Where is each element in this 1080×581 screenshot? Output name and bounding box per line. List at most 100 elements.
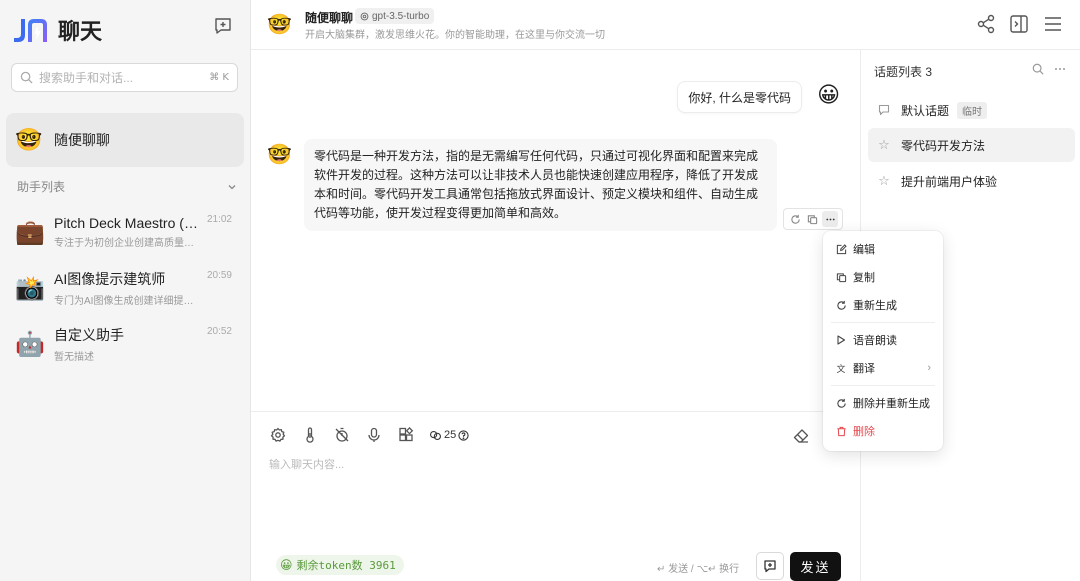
agent-item[interactable]: 📸 AI图像提示建筑师 专门为AI图像生成创建详细提示。 20:59 [6,260,244,316]
search-icon [20,71,33,84]
agent-desc: 专注于为初创企业创建高质量的... [54,238,202,249]
chevron-down-icon [228,184,236,189]
menu-label: 语音朗读 [853,335,897,347]
regenerate-icon[interactable] [788,211,804,227]
new-topic-icon [764,560,776,573]
send-button[interactable]: 发送 [790,552,841,581]
user-message: 你好, 什么是零代码 [677,81,802,113]
translate-icon: 文 [836,363,846,374]
edit-icon [835,243,847,255]
token-counter[interactable]: 25 [429,429,469,442]
panel-toggle-icon[interactable] [1008,13,1030,35]
model-name: gpt-3.5-turbo [372,10,430,22]
token-icon [430,430,441,440]
menu-label: 复制 [853,272,875,284]
search-icon[interactable] [1032,63,1044,75]
menu-item-regenerate[interactable]: 重新生成 [827,291,939,319]
chat-header: 🤓 随便聊聊 gpt-3.5-turbo 开启大脑集群，激发思维火花。你的智能助… [251,0,1080,50]
settings-icon[interactable] [269,426,287,444]
sidebar: 聊天 ⌘ K 🤓 随便聊聊 助手列表 💼 Pitch Deck Maestro … [0,0,251,581]
agent-avatar: 💼 [15,218,45,246]
regenerate-icon [835,397,847,409]
copy-icon [835,271,847,283]
share-icon[interactable] [975,13,997,35]
menu-item-copy[interactable]: 复制 [827,263,939,291]
menu-icon[interactable] [1042,13,1064,35]
menu-item-delete-regenerate[interactable]: 删除并重新生成 [827,389,939,417]
menu-item-edit[interactable]: 编辑 [827,235,939,263]
menu-divider [831,385,935,386]
agent-avatar: 🤓 [15,127,43,153]
agent-time: 21:02 [206,214,232,225]
agent-time: 20:59 [206,270,232,281]
active-agent[interactable]: 🤓 随便聊聊 [6,113,244,167]
input-area: 25 😀 剩余token数 3961 ↵ 发送 / ⌥↵ 换行 发送 [251,411,860,581]
trash-icon [835,425,847,437]
brand: 聊天 [12,14,102,46]
header-description: 开启大脑集群，激发思维火花。你的智能助理，在这里与你交流一切 [305,30,605,41]
menu-item-translate[interactable]: 文 翻译 › [827,354,939,382]
search-input[interactable] [39,70,210,85]
more-icon[interactable] [822,211,839,227]
new-chat-icon[interactable] [213,16,233,36]
menu-label: 编辑 [853,244,875,256]
agent-title: 自定义助手 [54,327,124,343]
agent-avatar: 📸 [15,274,45,302]
header-agent-name: 随便聊聊 [305,11,354,25]
chat-area: 你好, 什么是零代码 😀 🤓 零代码是一种开发方法，指的是无需编写任何代码，只通… [251,50,860,411]
menu-item-tts[interactable]: 语音朗读 [827,326,939,354]
menu-label: 翻译 [853,363,875,375]
topic-tools [1032,63,1066,75]
menu-divider [831,322,935,323]
chat-input[interactable] [269,456,839,536]
message-context-menu: 编辑 复制 重新生成 语音朗读 文 翻译 › 删除并重新生成 删除 [823,231,943,451]
new-topic-button[interactable] [756,552,784,580]
menu-label: 删除 [853,426,875,438]
model-tag[interactable]: gpt-3.5-turbo [355,8,435,24]
input-toolbar: 25 [269,426,469,444]
logo-icon [14,19,47,42]
regenerate-icon [835,299,847,311]
star-icon[interactable]: ☆ [877,137,891,152]
agent-item[interactable]: 🤖 自定义助手 暂无描述 20:52 [6,316,244,372]
message-actions [783,208,843,230]
topic-label: 提升前端用户体验 [901,174,998,189]
agent-desc: 专门为AI图像生成创建详细提示。 [54,296,202,307]
menu-item-delete[interactable]: 删除 [827,417,939,445]
topic-label: 默认话题 [901,103,950,118]
brand-title: 聊天 [58,19,103,44]
token-badge-emoji: 😀 [280,558,293,572]
agent-item[interactable]: 💼 Pitch Deck Maestro (El... 专注于为初创企业创建高质… [6,204,244,260]
bot-message: 零代码是一种开发方法，指的是无需编写任何代码，只通过可视化界面和配置来完成软件开… [304,139,777,231]
plugins-icon[interactable] [397,426,415,444]
timer-off-icon[interactable] [333,426,351,444]
agent-title: AI图像提示建筑师 [54,271,166,287]
play-icon [835,334,847,346]
openai-icon [360,12,369,20]
assistant-list-header[interactable]: 助手列表 [17,178,237,195]
header-avatar: 🤓 [267,12,292,36]
menu-label: 重新生成 [853,300,897,312]
topic-list-header: 话题列表 3 [874,65,933,79]
search-box[interactable]: ⌘ K [11,63,238,92]
help-icon [458,429,469,441]
agent-name: 随便聊聊 [54,132,110,148]
agent-list: 💼 Pitch Deck Maestro (El... 专注于为初创企业创建高质… [6,204,244,372]
temperature-icon[interactable] [301,426,319,444]
star-icon[interactable]: ☆ [877,173,891,188]
user-avatar: 😀 [817,83,840,108]
chat-bubble-icon [877,103,891,117]
microphone-icon[interactable] [365,426,383,444]
agent-time: 20:52 [206,326,232,337]
topic-item[interactable]: ☆ 提升前端用户体验 [868,164,1075,198]
more-icon[interactable] [1054,63,1066,75]
topic-item[interactable]: ☆ 零代码开发方法 [868,128,1075,162]
send-hint: ↵ 发送 / ⌥↵ 换行 [657,564,740,575]
eraser-icon[interactable] [792,427,810,445]
token-value: 25 [444,429,457,441]
topic-item-default[interactable]: 默认话题 临时 [868,93,1075,127]
copy-icon[interactable] [805,211,821,227]
menu-label: 删除并重新生成 [853,398,930,410]
section-label: 助手列表 [17,180,66,194]
search-shortcut: ⌘ K [209,72,229,83]
